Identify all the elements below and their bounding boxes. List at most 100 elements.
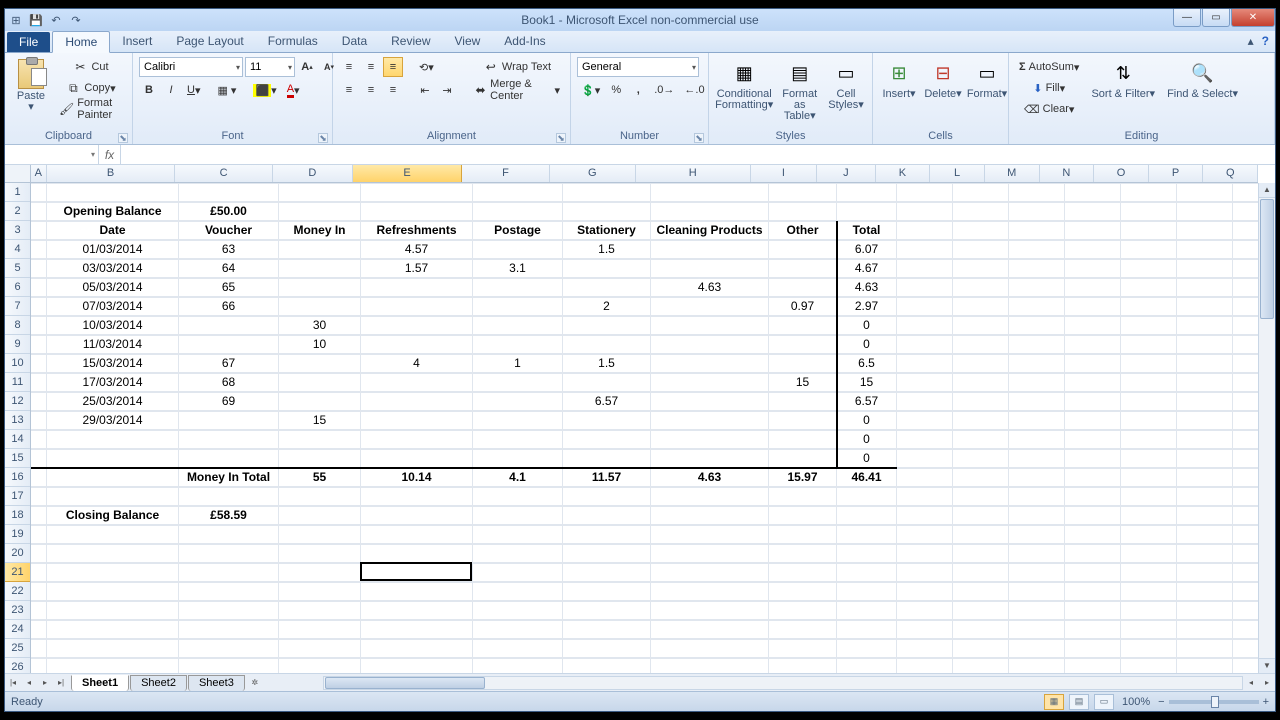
cell-I3[interactable]: Other xyxy=(769,221,837,240)
cell-J7[interactable]: 2.97 xyxy=(837,297,897,316)
cell-J10[interactable]: 6.5 xyxy=(837,354,897,373)
row-header-6[interactable]: 6 xyxy=(5,278,30,297)
row-header-13[interactable]: 13 xyxy=(5,411,30,430)
row-header-20[interactable]: 20 xyxy=(5,544,30,563)
font-size-combo[interactable]: 11 xyxy=(245,57,295,77)
scroll-right-arrow[interactable]: ▸ xyxy=(1259,675,1275,691)
font-dialog-launcher[interactable]: ⬊ xyxy=(318,133,328,143)
cell-E3[interactable]: Refreshments xyxy=(361,221,473,240)
tab-formulas[interactable]: Formulas xyxy=(256,31,330,52)
align-middle-button[interactable]: ≡ xyxy=(361,57,381,77)
increase-font-button[interactable]: A▴ xyxy=(297,57,317,77)
name-box[interactable] xyxy=(5,145,99,164)
vertical-scrollbar[interactable]: ▲ ▼ xyxy=(1258,183,1275,673)
tab-insert[interactable]: Insert xyxy=(110,31,164,52)
number-format-combo[interactable]: General xyxy=(577,57,699,77)
cell-C12[interactable]: 69 xyxy=(179,392,279,411)
cell-B5[interactable]: 03/03/2014 xyxy=(47,259,179,278)
zoom-out-button[interactable]: − xyxy=(1158,696,1164,708)
formula-input[interactable] xyxy=(121,145,1275,164)
sheet-nav-next[interactable]: ▸ xyxy=(37,675,53,691)
align-left-button[interactable]: ≡ xyxy=(339,80,359,100)
cell-G7[interactable]: 2 xyxy=(563,297,651,316)
close-button[interactable]: ✕ xyxy=(1231,9,1275,27)
cell-J12[interactable]: 6.57 xyxy=(837,392,897,411)
column-header-F[interactable]: F xyxy=(462,165,550,182)
column-header-P[interactable]: P xyxy=(1149,165,1204,182)
align-top-button[interactable]: ≡ xyxy=(339,57,359,77)
cell-J14[interactable]: 0 xyxy=(837,430,897,449)
insert-cells-button[interactable]: ⊞Insert▾ xyxy=(879,57,919,102)
cell-H6[interactable]: 4.63 xyxy=(651,278,769,297)
cell-J6[interactable]: 4.63 xyxy=(837,278,897,297)
row-header-24[interactable]: 24 xyxy=(5,620,30,639)
row-header-5[interactable]: 5 xyxy=(5,259,30,278)
cell-B18[interactable]: Closing Balance xyxy=(47,506,179,525)
save-icon[interactable]: 💾 xyxy=(27,11,45,29)
fill-color-button[interactable]: ⬛▾ xyxy=(249,80,280,100)
cell-G16[interactable]: 11.57 xyxy=(563,468,651,487)
font-color-button[interactable]: A▾ xyxy=(283,80,304,100)
cell-D8[interactable]: 30 xyxy=(279,316,361,335)
autosum-button[interactable]: Σ AutoSum ▾ xyxy=(1015,57,1083,77)
delete-cells-button[interactable]: ⊟Delete▾ xyxy=(923,57,963,102)
cell-B8[interactable]: 10/03/2014 xyxy=(47,316,179,335)
tab-page-layout[interactable]: Page Layout xyxy=(164,31,255,52)
conditional-formatting-button[interactable]: ▦Conditional Formatting▾ xyxy=(715,57,773,113)
sheet-tab-sheet3[interactable]: Sheet3 xyxy=(188,675,245,691)
fx-button[interactable]: fx xyxy=(99,145,121,164)
increase-indent-button[interactable]: ⇥ xyxy=(437,80,457,100)
wrap-text-button[interactable]: ↩ Wrap Text xyxy=(470,57,564,77)
row-header-4[interactable]: 4 xyxy=(5,240,30,259)
new-sheet-button[interactable]: ✲ xyxy=(247,675,263,691)
cell-B11[interactable]: 17/03/2014 xyxy=(47,373,179,392)
cut-button[interactable]: ✂ Cut xyxy=(55,57,126,77)
column-header-L[interactable]: L xyxy=(930,165,985,182)
horizontal-scroll-thumb[interactable] xyxy=(325,677,485,689)
cell-H3[interactable]: Cleaning Products xyxy=(651,221,769,240)
cell-J3[interactable]: Total xyxy=(837,221,897,240)
underline-button[interactable]: U ▾ xyxy=(183,80,204,100)
undo-icon[interactable]: ↶ xyxy=(47,11,65,29)
increase-decimal-button[interactable]: .0→ xyxy=(650,80,678,100)
row-header-19[interactable]: 19 xyxy=(5,525,30,544)
normal-view-button[interactable]: ▦ xyxy=(1044,694,1064,710)
format-cells-button[interactable]: ▭Format▾ xyxy=(967,57,1007,102)
paste-button[interactable]: Paste ▾ xyxy=(11,57,51,115)
row-header-7[interactable]: 7 xyxy=(5,297,30,316)
fill-button[interactable]: ⬇ Fill ▾ xyxy=(1015,78,1083,98)
row-header-1[interactable]: 1 xyxy=(5,183,30,202)
cell-D16[interactable]: 55 xyxy=(279,468,361,487)
sort-filter-button[interactable]: ⇅Sort & Filter▾ xyxy=(1087,57,1159,102)
comma-button[interactable]: , xyxy=(628,80,648,100)
cell-J15[interactable]: 0 xyxy=(837,449,897,468)
horizontal-scrollbar[interactable] xyxy=(323,676,1243,690)
help-icon[interactable]: ? xyxy=(1262,34,1269,48)
row-header-21[interactable]: 21 xyxy=(5,563,30,582)
page-layout-view-button[interactable]: ▤ xyxy=(1069,694,1089,710)
number-dialog-launcher[interactable]: ⬊ xyxy=(694,133,704,143)
row-header-2[interactable]: 2 xyxy=(5,202,30,221)
scroll-down-arrow[interactable]: ▼ xyxy=(1259,658,1275,673)
cell-C5[interactable]: 64 xyxy=(179,259,279,278)
tab-view[interactable]: View xyxy=(443,31,493,52)
cell-C10[interactable]: 67 xyxy=(179,354,279,373)
sheet-nav-last[interactable]: ▸| xyxy=(53,675,69,691)
row-header-12[interactable]: 12 xyxy=(5,392,30,411)
excel-icon[interactable]: ⊞ xyxy=(7,11,25,29)
format-painter-button[interactable]: 🖌 Format Painter xyxy=(55,99,126,119)
merge-center-button[interactable]: ⬌ Merge & Center ▾ xyxy=(470,80,564,100)
tab-add-ins[interactable]: Add-Ins xyxy=(492,31,557,52)
cell-F10[interactable]: 1 xyxy=(473,354,563,373)
maximize-button[interactable]: ▭ xyxy=(1202,9,1230,27)
cell-G12[interactable]: 6.57 xyxy=(563,392,651,411)
align-bottom-button[interactable]: ≡ xyxy=(383,57,403,77)
accounting-format-button[interactable]: 💲▾ xyxy=(577,80,604,100)
cell-C18[interactable]: £58.59 xyxy=(179,506,279,525)
cell-G4[interactable]: 1.5 xyxy=(563,240,651,259)
cell-J9[interactable]: 0 xyxy=(837,335,897,354)
row-header-11[interactable]: 11 xyxy=(5,373,30,392)
cell-B10[interactable]: 15/03/2014 xyxy=(47,354,179,373)
column-header-K[interactable]: K xyxy=(876,165,931,182)
sheet-nav-first[interactable]: |◂ xyxy=(5,675,21,691)
